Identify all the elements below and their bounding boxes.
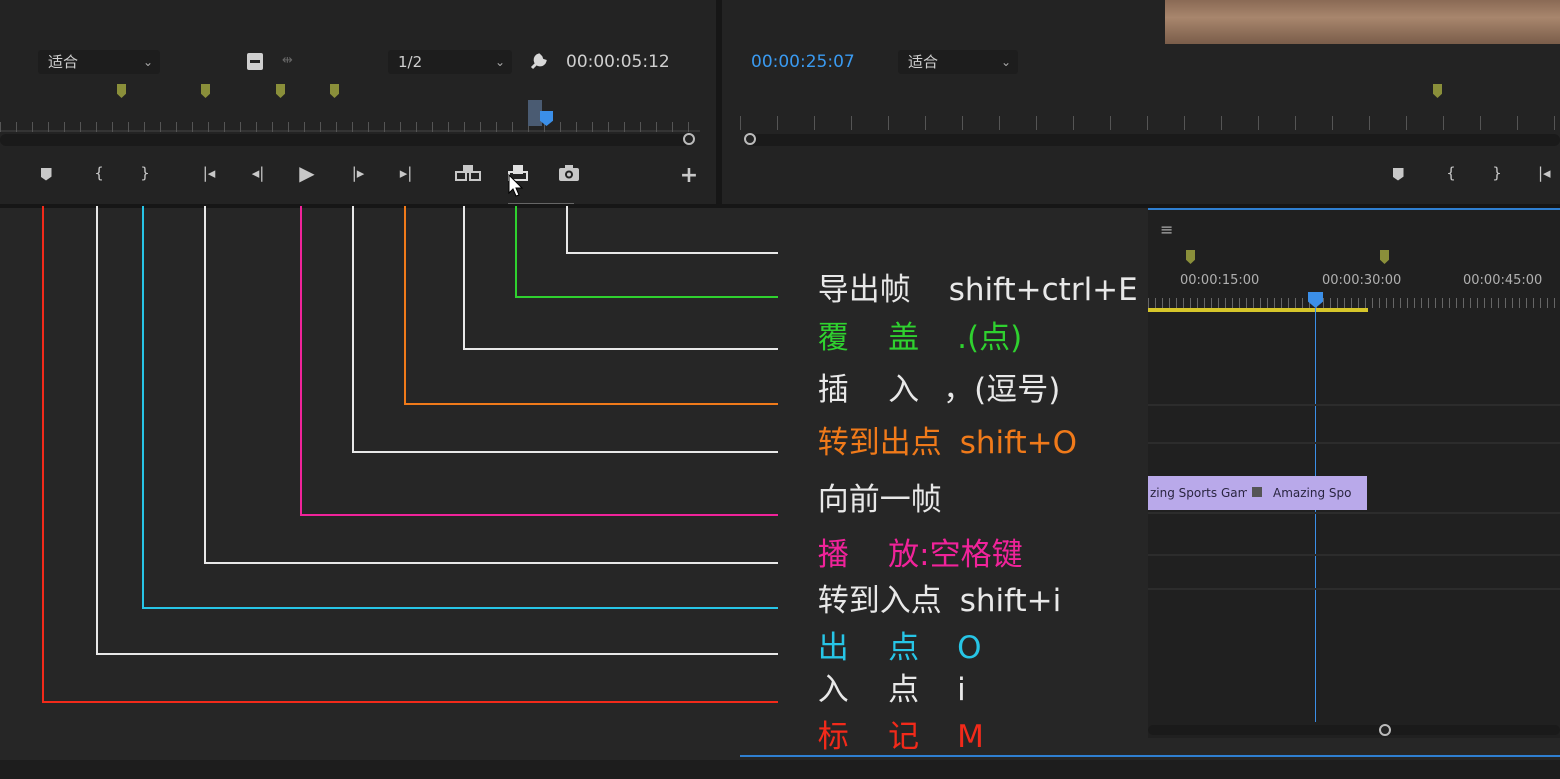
callout-shortcut: shift+O — [959, 425, 1078, 461]
work-area-bar[interactable] — [1148, 308, 1368, 312]
film-settings-icon[interactable] — [247, 53, 263, 70]
timeline-focus-border — [1148, 208, 1560, 210]
leader-go-to-in — [204, 562, 778, 564]
program-fit-value: 适合 — [908, 53, 939, 71]
leader-mark-out — [142, 607, 778, 609]
playhead-line — [1315, 308, 1316, 722]
mark-in-icon[interactable]: { — [1438, 160, 1464, 186]
marker-icon[interactable] — [1385, 161, 1411, 187]
leader-overwrite — [515, 206, 517, 298]
leader-go-to-in — [204, 206, 206, 564]
mouse-cursor-icon — [508, 173, 524, 202]
leader-step-forward — [352, 451, 778, 453]
source-timecode[interactable]: 00:00:05:12 — [566, 50, 670, 74]
marker-flag[interactable] — [1186, 250, 1195, 264]
source-playhead-region — [528, 100, 542, 126]
chevron-down-icon: ⌄ — [494, 55, 505, 69]
leader-mark-in — [96, 653, 778, 655]
leader-play — [300, 514, 778, 516]
source-fit-value: 适合 — [48, 53, 79, 71]
marker-flag[interactable] — [276, 84, 285, 98]
leader-mark-out — [142, 206, 144, 609]
leader-mark-in — [96, 206, 98, 655]
mark-out-icon[interactable]: } — [132, 160, 158, 186]
video-preview-image — [1165, 0, 1560, 44]
source-fit-dropdown[interactable]: 适合 ⌄ — [38, 50, 160, 74]
chevron-down-icon: ⌄ — [1000, 55, 1011, 69]
step-back-icon[interactable]: ◂| — [245, 160, 271, 186]
go-to-in-icon[interactable]: |◂ — [1538, 160, 1560, 186]
source-ruler-ticks — [0, 122, 700, 132]
mark-out-icon[interactable]: } — [1484, 160, 1510, 186]
marker-flag[interactable] — [330, 84, 339, 98]
track-divider — [1148, 512, 1560, 514]
step-forward-icon[interactable]: |▸ — [345, 160, 371, 186]
leader-marker — [42, 206, 44, 703]
video-clip[interactable]: zing Sports Gam — [1148, 476, 1247, 510]
plus-icon[interactable]: + — [676, 162, 702, 188]
leader-overwrite — [515, 296, 778, 298]
program-zoom-scrollbar[interactable] — [746, 134, 1560, 146]
panel-menu-icon[interactable]: ≡ — [1160, 220, 1173, 239]
play-icon[interactable]: ▶ — [294, 160, 320, 186]
leader-play — [300, 206, 302, 516]
scroll-handle[interactable] — [1379, 724, 1391, 736]
go-to-in-icon[interactable]: |◂ — [196, 160, 222, 186]
camera-icon[interactable] — [556, 160, 582, 186]
track-divider — [1148, 588, 1560, 590]
clip-fx-icon — [1252, 487, 1262, 497]
scroll-handle[interactable] — [744, 133, 756, 145]
video-clip[interactable]: Amazing Spo — [1247, 476, 1367, 510]
leader-export-frame — [566, 252, 778, 254]
marker-flag[interactable] — [117, 84, 126, 98]
callout-label: 标 记 — [817, 719, 920, 755]
source-resolution-value: 1/2 — [398, 53, 423, 71]
program-monitor: 00:00:25:07 适合 ⌄ { } |◂ — [722, 0, 1560, 206]
leader-go-to-out — [404, 403, 778, 405]
track-divider — [1148, 554, 1560, 556]
ruler-label: 00:00:30:00 — [1322, 273, 1402, 288]
source-monitor: 适合 ⌄ ⇹ 1/2 ⌄ 00:00:05:12 { } |◂ ◂| ▶ |▸ … — [0, 0, 716, 206]
go-to-out-icon[interactable]: ▸| — [393, 160, 419, 186]
status-strip — [0, 760, 1560, 779]
callout-marker: 标 记M — [798, 677, 984, 757]
leader-go-to-out — [404, 206, 406, 405]
wrench-icon[interactable] — [528, 50, 550, 72]
scroll-handle[interactable] — [683, 133, 695, 145]
leader-marker — [42, 701, 778, 703]
marker-flag[interactable] — [1380, 250, 1389, 264]
callout-shortcut: M — [957, 719, 984, 755]
program-ruler-ticks[interactable] — [740, 116, 1560, 130]
leader-insert — [463, 348, 778, 350]
program-timecode[interactable]: 00:00:25:07 — [751, 50, 855, 74]
track-divider — [1148, 404, 1560, 406]
chevron-down-icon: ⌄ — [142, 55, 153, 69]
track-divider — [1148, 442, 1560, 444]
ruler-label: 00:00:15:00 — [1180, 273, 1260, 288]
source-resolution-dropdown[interactable]: 1/2 ⌄ — [388, 50, 512, 74]
program-fit-dropdown[interactable]: 适合 ⌄ — [898, 50, 1018, 74]
drop-frame-icon[interactable]: ⇹ — [282, 53, 293, 68]
marker-flag[interactable] — [1433, 84, 1442, 98]
timeline-panel: ≡ 00:00:15:00 00:00:30:00 00:00:45:00 zi… — [1148, 208, 1560, 738]
source-zoom-scrollbar[interactable] — [0, 134, 690, 146]
ruler-label: 00:00:45:00 — [1463, 273, 1543, 288]
leader-insert — [463, 206, 465, 350]
mark-in-icon[interactable]: { — [86, 160, 112, 186]
marker-flag[interactable] — [201, 84, 210, 98]
leader-step-forward — [352, 206, 354, 453]
clip-name: zing Sports Gam — [1150, 486, 1247, 500]
insert-icon[interactable] — [455, 160, 481, 186]
marker-icon[interactable] — [33, 161, 59, 187]
timeline-ruler-ticks[interactable] — [1148, 298, 1560, 308]
leader-export-frame — [566, 206, 568, 254]
timeline-scrollbar[interactable] — [1148, 725, 1560, 735]
clip-name: Amazing Spo — [1273, 486, 1352, 500]
